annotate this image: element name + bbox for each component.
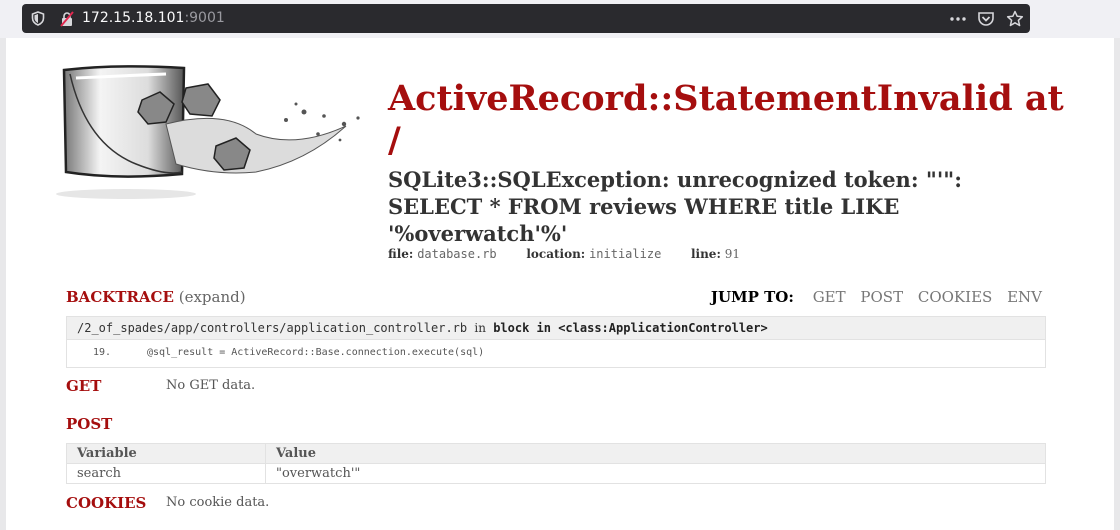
jump-link-get[interactable]: GET [813, 288, 846, 306]
code-line: 19. @sql_result = ActiveRecord::Base.conn… [67, 340, 1045, 366]
cookies-empty-text: No cookie data. [166, 495, 270, 510]
post-variable-cell: search [66, 463, 266, 484]
error-location-info: file: database.rb location: initialize l… [388, 247, 740, 261]
jump-to-nav: JUMP TO: GET POST COOKIES ENV [711, 288, 1042, 306]
error-message: SQLite3::SQLException: unrecognized toke… [388, 167, 962, 246]
insecure-lock-icon[interactable] [59, 11, 75, 27]
jump-link-cookies[interactable]: COOKIES [918, 288, 992, 306]
post-table-header: Variable Value [66, 443, 1046, 464]
post-col-variable: Variable [66, 443, 266, 464]
file-value: database.rb [417, 247, 497, 261]
jump-link-env[interactable]: ENV [1007, 288, 1042, 306]
error-title: ActiveRecord::StatementInvalid at / [388, 78, 1064, 161]
post-value-cell: "overwatch'" [265, 463, 1046, 484]
post-table: Variable Value search "overwatch'" [66, 443, 1046, 484]
code-line-text: @sql_result = ActiveRecord::Base.connect… [147, 347, 485, 358]
backtrace-frame[interactable]: /2_of_spades/app/controllers/application… [66, 316, 1046, 368]
url-host: 172.15.18.101 [82, 10, 185, 26]
browser-toolbar: 172.15.18.101:9001 [0, 0, 1120, 38]
backtrace-heading: BACKTRACE [66, 288, 174, 306]
code-line-number: 19. [92, 347, 111, 358]
table-row: search "overwatch'" [66, 463, 1046, 484]
url-text[interactable]: 172.15.18.101:9001 [82, 10, 225, 26]
error-page: ActiveRecord::StatementInvalid at / SQLi… [6, 38, 1114, 530]
pocket-icon[interactable] [977, 10, 995, 28]
post-heading: POST [66, 415, 113, 433]
url-port: :9001 [184, 10, 225, 26]
location-value: initialize [589, 247, 662, 261]
line-value: 91 [724, 247, 740, 261]
shield-icon[interactable] [31, 11, 45, 26]
jump-to-label: JUMP TO: [710, 288, 794, 306]
frame-path: /2_of_spades/app/controllers/application… [77, 321, 468, 335]
location-label: location: [526, 247, 586, 261]
better-errors-logo [56, 65, 360, 199]
line-label: line: [690, 247, 721, 261]
post-col-value: Value [265, 443, 1046, 464]
get-heading: GET [66, 377, 102, 395]
get-empty-text: No GET data. [166, 378, 256, 393]
file-label: file: [388, 247, 414, 261]
bookmark-star-icon[interactable] [1006, 10, 1024, 28]
address-bar[interactable]: 172.15.18.101:9001 [22, 4, 1030, 33]
backtrace-expand-link[interactable]: (expand) [179, 288, 246, 306]
cookies-heading: COOKIES [66, 494, 147, 512]
frame-header[interactable]: /2_of_spades/app/controllers/application… [67, 317, 1045, 340]
more-icon[interactable] [949, 10, 967, 28]
frame-in: in [474, 321, 486, 335]
backtrace-header: BACKTRACE (expand) [66, 288, 246, 306]
frame-context: block in <class:ApplicationController> [493, 321, 768, 335]
jump-link-post[interactable]: POST [860, 288, 903, 306]
